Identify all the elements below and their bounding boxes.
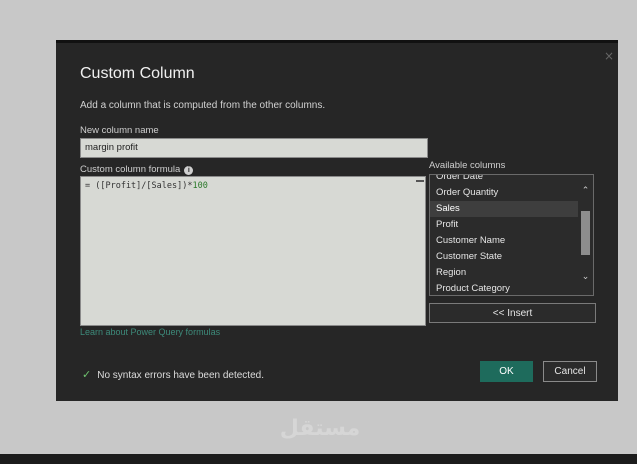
syntax-status: ✓ No syntax errors have been detected. — [82, 368, 264, 381]
ok-button[interactable]: OK — [480, 361, 533, 382]
check-icon: ✓ — [82, 369, 92, 381]
dialog-title: Custom Column — [80, 65, 195, 82]
available-column-item[interactable]: Order Date — [430, 175, 578, 185]
chevron-down-icon[interactable]: ⌄ — [581, 273, 590, 282]
formula-scroll-mark — [416, 180, 424, 182]
formula-number: 100 — [192, 181, 208, 191]
formula-label: Custom column formula — [80, 164, 181, 175]
scroll-thumb[interactable] — [581, 211, 590, 255]
dialog-description: Add a column that is computed from the o… — [80, 100, 326, 111]
chevron-up-icon[interactable]: ⌃ — [581, 187, 590, 196]
close-icon[interactable]: × — [604, 49, 614, 63]
available-column-item[interactable]: Sales — [430, 201, 578, 217]
new-column-name-label: New column name — [80, 125, 159, 136]
formula-label-row: Custom column formula i — [80, 164, 194, 175]
bottom-strip — [0, 454, 637, 464]
watermark-logo: مستقل — [279, 416, 361, 441]
info-icon[interactable]: i — [184, 166, 194, 175]
custom-column-dialog: × Custom Column Add a column that is com… — [56, 40, 618, 401]
available-columns-label: Available columns — [429, 160, 506, 171]
available-column-item[interactable]: Customer State — [430, 249, 578, 265]
available-column-item[interactable]: Region — [430, 265, 578, 281]
available-column-item[interactable]: Product Category — [430, 281, 578, 295]
insert-button[interactable]: << Insert — [429, 303, 596, 323]
list-scrollbar[interactable]: ⌃ ⌄ — [578, 175, 593, 295]
new-column-name-input[interactable]: margin profit — [80, 138, 428, 158]
available-column-item[interactable]: Profit — [430, 217, 578, 233]
learn-power-query-link[interactable]: Learn about Power Query formulas — [80, 327, 220, 337]
formula-editor[interactable]: = ([Profit]/[Sales])*100 — [80, 176, 426, 326]
available-column-item[interactable]: Customer Name — [430, 233, 578, 249]
formula-expression: = ([Profit]/[Sales])* — [85, 181, 193, 191]
available-columns-list[interactable]: Order Date Order Quantity Sales Profit Custo… — [429, 174, 594, 296]
available-column-item[interactable]: Order Quantity — [430, 185, 578, 201]
cancel-button[interactable]: Cancel — [543, 361, 597, 382]
formula-text[interactable]: = ([Profit]/[Sales])*100 — [85, 181, 208, 191]
syntax-status-text: No syntax errors have been detected. — [97, 370, 264, 381]
formula-scrollbar[interactable] — [415, 177, 425, 325]
